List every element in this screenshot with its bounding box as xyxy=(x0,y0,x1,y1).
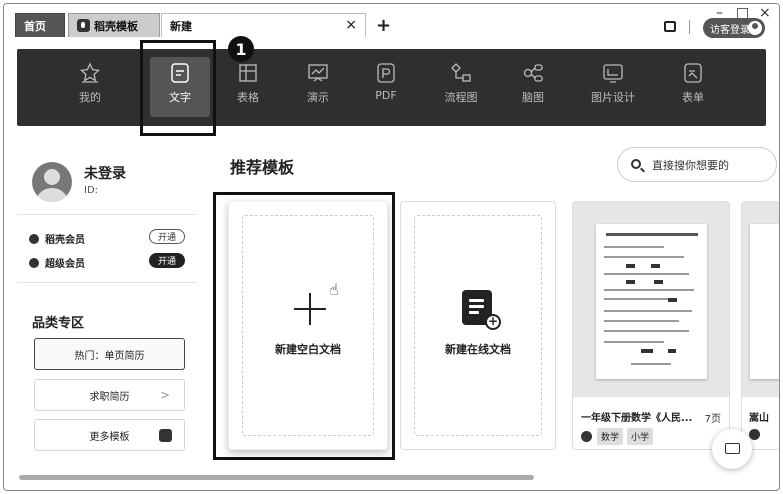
avatar[interactable] xyxy=(32,162,72,202)
user-id: ID: xyxy=(84,185,99,196)
category-item-label: 求职简历 xyxy=(89,391,130,403)
tab-close-icon[interactable]: × xyxy=(345,17,357,33)
toolbar-item-mine[interactable]: 我的 xyxy=(60,57,120,117)
daoke-logo-icon xyxy=(749,429,760,440)
toolbar-item-label: 图片设计 xyxy=(591,91,635,104)
user-avatar-icon xyxy=(748,21,762,35)
new-document-toolbar: 我的 文字 表格 演示 PDF 流程图 脑图 图片设计 表单 xyxy=(17,49,766,126)
toolbar-item-flowchart[interactable]: 流程图 xyxy=(431,57,491,117)
daoke-logo-icon xyxy=(77,19,90,32)
daoke-logo-icon xyxy=(159,429,172,442)
membership-label: 超级会员 xyxy=(45,259,85,270)
tab-home-label: 首页 xyxy=(24,19,46,33)
app-window: 首页 稻壳模板 新建 × + – □ × 访客登录 我的 文字 表格 演示 PDF xyxy=(3,3,780,491)
toolbar-item-label: 表格 xyxy=(237,91,259,104)
image-design-icon xyxy=(603,64,623,83)
category-item-label: 更多模板 xyxy=(89,431,130,443)
pdf-icon xyxy=(377,63,395,83)
template-name: 嵩山 xyxy=(749,413,769,424)
category-more-templates[interactable]: 更多模板 xyxy=(34,419,185,451)
title-divider xyxy=(689,20,690,34)
mindmap-icon xyxy=(523,64,543,82)
tab-home[interactable]: 首页 xyxy=(15,13,65,37)
page-title: 推荐模板 xyxy=(230,158,295,177)
table-icon xyxy=(239,64,257,82)
daoke-member-icon xyxy=(29,233,39,244)
new-online-document-card[interactable]: + 新建在线文档 xyxy=(400,201,556,450)
open-daoke-member-button[interactable]: 开通 xyxy=(149,229,185,244)
toolbar-item-form[interactable]: 表单 xyxy=(663,57,723,117)
toolbar-item-label: 我的 xyxy=(79,91,101,104)
tab-new-label: 新建 xyxy=(170,19,192,33)
toolbar-item-label: 演示 xyxy=(307,91,329,104)
membership-super: 超级会员 xyxy=(29,255,85,270)
membership-daoke: 稻壳会员 xyxy=(29,231,85,246)
toolbar-item-label: 表单 xyxy=(682,91,704,104)
sidebar: 未登录 ID: 稻壳会员 开通 超级会员 开通 品类专区 热门：单页简历 求职简… xyxy=(17,147,196,462)
form-icon xyxy=(684,63,702,83)
step-badge-1: 1 xyxy=(228,36,254,62)
template-preview xyxy=(573,202,729,397)
template-name: 一年级下册数学《人民... xyxy=(581,413,693,424)
template-thumbnail xyxy=(596,224,707,379)
template-tags: 数学 小学 xyxy=(581,428,657,445)
template-preview xyxy=(742,202,779,397)
star-icon xyxy=(79,62,101,83)
super-member-icon xyxy=(29,257,39,268)
search-placeholder: 直接搜你想要的 xyxy=(652,158,729,172)
tab-new[interactable]: 新建 × xyxy=(161,13,366,37)
daoke-logo-icon xyxy=(581,431,592,442)
card-dashed-border xyxy=(414,215,542,436)
open-super-member-button[interactable]: 开通 xyxy=(149,253,185,268)
horizontal-scrollbar[interactable] xyxy=(19,475,534,480)
chevron-right-icon: > xyxy=(159,388,170,402)
search-icon xyxy=(631,159,641,169)
close-window-button[interactable]: × xyxy=(759,5,771,21)
feedback-chat-button[interactable] xyxy=(712,429,752,469)
template-tag[interactable]: 小学 xyxy=(627,428,654,445)
add-tab-button[interactable]: + xyxy=(376,15,391,36)
highlight-box-blank-doc xyxy=(213,192,395,460)
search-input[interactable]: 直接搜你想要的 xyxy=(617,147,777,182)
user-name[interactable]: 未登录 xyxy=(84,163,126,183)
guest-login-button[interactable]: 访客登录 xyxy=(703,18,765,38)
toolbar-item-mindmap[interactable]: 脑图 xyxy=(503,57,563,117)
toolbar-item-image-design[interactable]: 图片设计 xyxy=(583,57,643,117)
highlight-box-writer xyxy=(140,40,216,136)
flowchart-icon xyxy=(451,63,471,82)
template-pages: 7页 xyxy=(704,414,721,425)
title-bar: 首页 稻壳模板 新建 × + – □ × 访客登录 xyxy=(4,4,779,46)
toolbar-item-label: PDF xyxy=(375,89,397,102)
category-hot-resume[interactable]: 热门：单页简历 xyxy=(34,338,185,370)
toolbar-item-label: 流程图 xyxy=(444,91,478,104)
sidebar-divider xyxy=(17,282,196,283)
presentation-icon xyxy=(308,64,328,82)
new-online-document-label: 新建在线文档 xyxy=(445,343,511,356)
tab-daoke-label: 稻壳模板 xyxy=(94,19,138,33)
sidebar-divider xyxy=(17,214,196,215)
template-tag[interactable]: 数学 xyxy=(597,428,624,445)
membership-label: 稻壳会员 xyxy=(45,235,85,246)
toolbar-item-sheet[interactable]: 表格 xyxy=(218,57,278,117)
guest-login-label: 访客登录 xyxy=(710,24,750,36)
toolbar-item-pdf[interactable]: PDF xyxy=(356,57,416,117)
template-thumbnail xyxy=(750,224,779,379)
template-card[interactable]: 嵩山 xyxy=(741,201,779,450)
toolbar-item-label: 脑图 xyxy=(522,91,544,104)
toolbar-item-presentation[interactable]: 演示 xyxy=(288,57,348,117)
category-item-label: 热门：单页简历 xyxy=(74,350,145,362)
online-document-icon: + xyxy=(462,290,501,330)
tab-daoke-templates[interactable]: 稻壳模板 xyxy=(68,13,160,37)
category-title: 品类专区 xyxy=(32,316,85,331)
category-job-resume[interactable]: 求职简历 > xyxy=(34,379,185,411)
template-card[interactable]: 一年级下册数学《人民... 7页 数学 小学 xyxy=(572,201,730,450)
device-icon[interactable] xyxy=(664,21,676,32)
